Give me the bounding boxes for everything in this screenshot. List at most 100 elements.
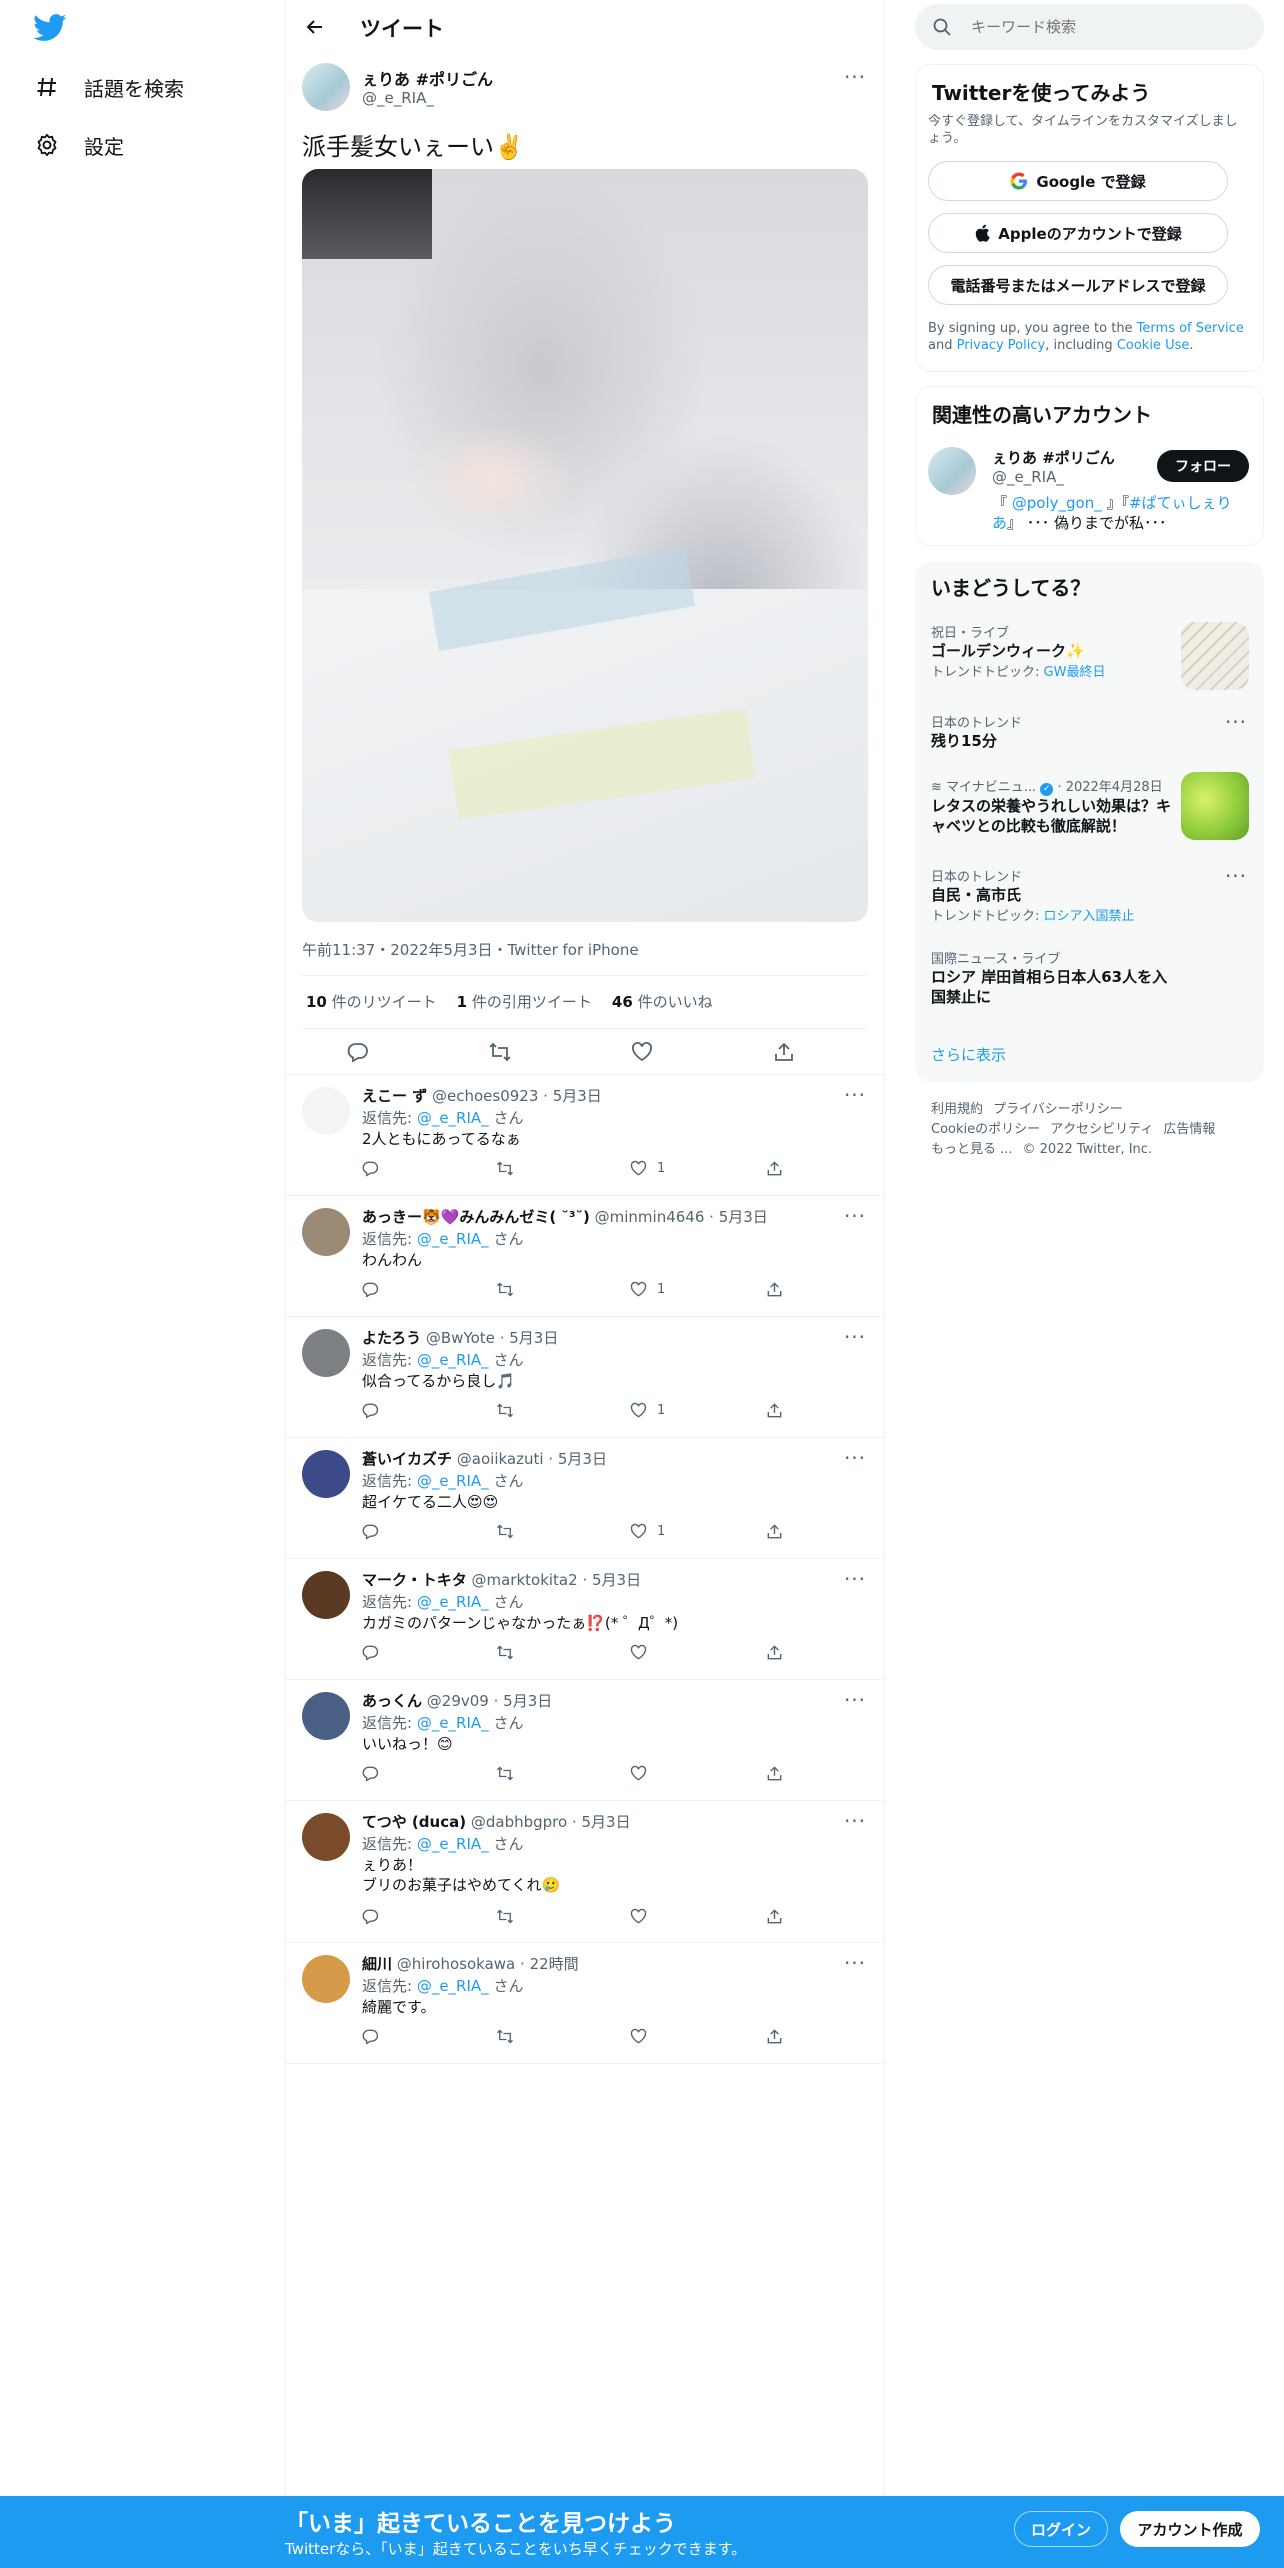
reply-handle[interactable]: @minmin4646	[595, 1208, 705, 1226]
like-button[interactable]	[630, 1905, 657, 1927]
related-avatar[interactable]	[928, 447, 976, 495]
like-button[interactable]	[628, 1038, 656, 1066]
retweet-button[interactable]	[496, 1520, 514, 1542]
more-icon[interactable]: ···	[842, 1446, 868, 1470]
reply-tweet[interactable]: えこー ず @echoes0923 · 5月3日 ··· 返信先: @_e_RIA_…	[286, 1075, 884, 1196]
more-icon[interactable]: ···	[842, 1688, 868, 1712]
reply-tweet[interactable]: 細川 @hirohosokawa · 22時間 ··· 返信先: @_e_RIA_ …	[286, 1943, 884, 2064]
retweets-stat[interactable]: 10 件のリツイート	[306, 991, 437, 1012]
reply-to-link[interactable]: @_e_RIA_	[417, 1835, 489, 1853]
like-button[interactable]: 1	[630, 1399, 665, 1421]
share-button[interactable]	[766, 1762, 783, 1784]
trend-item[interactable]: 日本のトレンド 自民・高市氏 トレンドトピック: ロシア入国禁止 ···	[931, 864, 1249, 924]
reply-name[interactable]: 蒼いイカズチ	[362, 1450, 452, 1468]
reply-tweet[interactable]: てつや (duca) @dabhbgpro · 5月3日 ··· 返信先: @_e_…	[286, 1801, 884, 1943]
reply-handle[interactable]: @aoiikazuti	[457, 1450, 544, 1468]
share-button[interactable]	[770, 1038, 798, 1066]
reply-avatar[interactable]	[302, 1813, 350, 1861]
footer-link[interactable]: アクセシビリティ	[1050, 1122, 1153, 1137]
reply-tweet[interactable]: あっきー🐯💜みんみんゼミ( ˘³˘) @minmin4646 · 5月3日 ···…	[286, 1196, 884, 1317]
reply-name[interactable]: あっくん	[362, 1692, 422, 1710]
reply-date[interactable]: 5月3日	[592, 1571, 641, 1589]
like-button[interactable]	[630, 2025, 657, 2047]
follow-button[interactable]: フォロー	[1157, 450, 1249, 482]
more-icon[interactable]: ···	[842, 1809, 868, 1833]
reply-date[interactable]: 5月3日	[553, 1087, 602, 1105]
share-button[interactable]	[766, 1905, 783, 1927]
author-avatar[interactable]	[302, 63, 350, 111]
reply-handle[interactable]: @echoes0923	[432, 1087, 538, 1105]
more-icon[interactable]: ···	[842, 1951, 868, 1975]
reply-tweet[interactable]: マーク・トキタ @marktokita2 · 5月3日 ··· 返信先: @_e_R…	[286, 1559, 884, 1680]
reply-date[interactable]: 22時間	[530, 1955, 579, 1973]
reply-button[interactable]	[362, 1399, 379, 1421]
terms-link[interactable]: Terms of Service	[1137, 321, 1244, 336]
reply-avatar[interactable]	[302, 1955, 350, 2003]
author-handle[interactable]: @_e_RIA_	[362, 89, 434, 107]
trend-item[interactable]: 日本のトレンド 残り15分 ···	[931, 710, 1249, 762]
reply-to-link[interactable]: @_e_RIA_	[417, 1109, 489, 1127]
reply-button[interactable]	[362, 1905, 379, 1927]
reply-date[interactable]: 5月3日	[558, 1450, 607, 1468]
show-more-link[interactable]: さらに表示	[931, 1044, 1006, 1065]
related-handle[interactable]: @_e_RIA_	[992, 468, 1064, 486]
reply-handle[interactable]: @hirohosokawa	[397, 1955, 515, 1973]
reply-handle[interactable]: @dabhbgpro	[471, 1813, 567, 1831]
reply-avatar[interactable]	[302, 1087, 350, 1135]
footer-link[interactable]: 利用規約	[931, 1102, 983, 1117]
login-button[interactable]: ログイン	[1014, 2511, 1108, 2547]
twitter-logo-icon[interactable]	[33, 14, 67, 42]
reply-avatar[interactable]	[302, 1571, 350, 1619]
more-icon[interactable]: ···	[842, 65, 868, 89]
trend-item[interactable]: 国際ニュース・ライブ ロシア 岸田首相ら日本人63人を入国禁止に	[931, 948, 1249, 1008]
like-button[interactable]: 1	[630, 1520, 665, 1542]
cookie-link[interactable]: Cookie Use	[1117, 338, 1190, 353]
reply-to-link[interactable]: @_e_RIA_	[417, 1472, 489, 1490]
reply-handle[interactable]: @marktokita2	[471, 1571, 577, 1589]
like-button[interactable]	[630, 1762, 657, 1784]
reply-date[interactable]: 5月3日	[509, 1329, 558, 1347]
retweet-button[interactable]	[496, 1905, 514, 1927]
reply-name[interactable]: よたろう	[362, 1329, 421, 1347]
privacy-link[interactable]: Privacy Policy	[957, 338, 1046, 353]
reply-name[interactable]: あっきー🐯💜みんみんゼミ( ˘³˘)	[362, 1208, 590, 1226]
reply-button[interactable]	[362, 1641, 379, 1663]
nav-item-settings[interactable]: 設定	[34, 125, 124, 165]
reply-date[interactable]: 5月3日	[582, 1813, 631, 1831]
create-account-button[interactable]: アカウント作成	[1120, 2511, 1260, 2547]
like-button[interactable]: 1	[630, 1278, 665, 1300]
like-button[interactable]	[630, 1641, 657, 1663]
phone-signup-button[interactable]: 電話番号またはメールアドレスで登録	[928, 265, 1228, 305]
trend-topic-link[interactable]: ロシア入国禁止	[1044, 909, 1135, 924]
reply-avatar[interactable]	[302, 1450, 350, 1498]
reply-date[interactable]: 5月3日	[719, 1208, 768, 1226]
retweet-button[interactable]	[496, 1278, 514, 1300]
more-icon[interactable]: ···	[842, 1567, 868, 1591]
share-button[interactable]	[766, 1641, 783, 1663]
more-icon[interactable]: ···	[1223, 864, 1249, 888]
trend-item[interactable]: 祝日・ライブ ゴールデンウィーク✨ トレンドトピック: GW最終日	[931, 622, 1249, 694]
retweet-button[interactable]	[496, 1399, 514, 1421]
retweet-button[interactable]	[496, 2025, 514, 2047]
footer-link[interactable]: プライバシーポリシー	[993, 1102, 1123, 1117]
footer-link[interactable]: Cookieのポリシー	[931, 1122, 1040, 1137]
footer-link[interactable]: 広告情報	[1163, 1122, 1215, 1137]
more-icon[interactable]: ···	[1223, 710, 1249, 734]
author-name[interactable]: ぇりあ #ポリごん	[362, 66, 493, 90]
likes-stat[interactable]: 46 件のいいね	[612, 991, 713, 1012]
reply-name[interactable]: てつや (duca)	[362, 1813, 466, 1831]
reply-to-link[interactable]: @_e_RIA_	[417, 1593, 489, 1611]
reply-to-link[interactable]: @_e_RIA_	[417, 1977, 489, 1995]
retweet-button[interactable]	[496, 1762, 514, 1784]
reply-tweet[interactable]: あっくん @29v09 · 5月3日 ··· 返信先: @_e_RIA_ さん いいね…	[286, 1680, 884, 1801]
share-button[interactable]	[766, 1157, 783, 1179]
google-signup-button[interactable]: Google で登録	[928, 161, 1228, 201]
reply-button[interactable]	[362, 2025, 379, 2047]
reply-button[interactable]	[362, 1278, 379, 1300]
reply-date[interactable]: 5月3日	[503, 1692, 552, 1710]
share-button[interactable]	[766, 1520, 783, 1542]
share-button[interactable]	[766, 1278, 783, 1300]
reply-tweet[interactable]: 蒼いイカズチ @aoiikazuti · 5月3日 ··· 返信先: @_e_RIA…	[286, 1438, 884, 1559]
related-name[interactable]: ぇりあ #ポリごん	[992, 447, 1115, 468]
reply-tweet[interactable]: よたろう @BwYote · 5月3日 ··· 返信先: @_e_RIA_ さん 似合…	[286, 1317, 884, 1438]
